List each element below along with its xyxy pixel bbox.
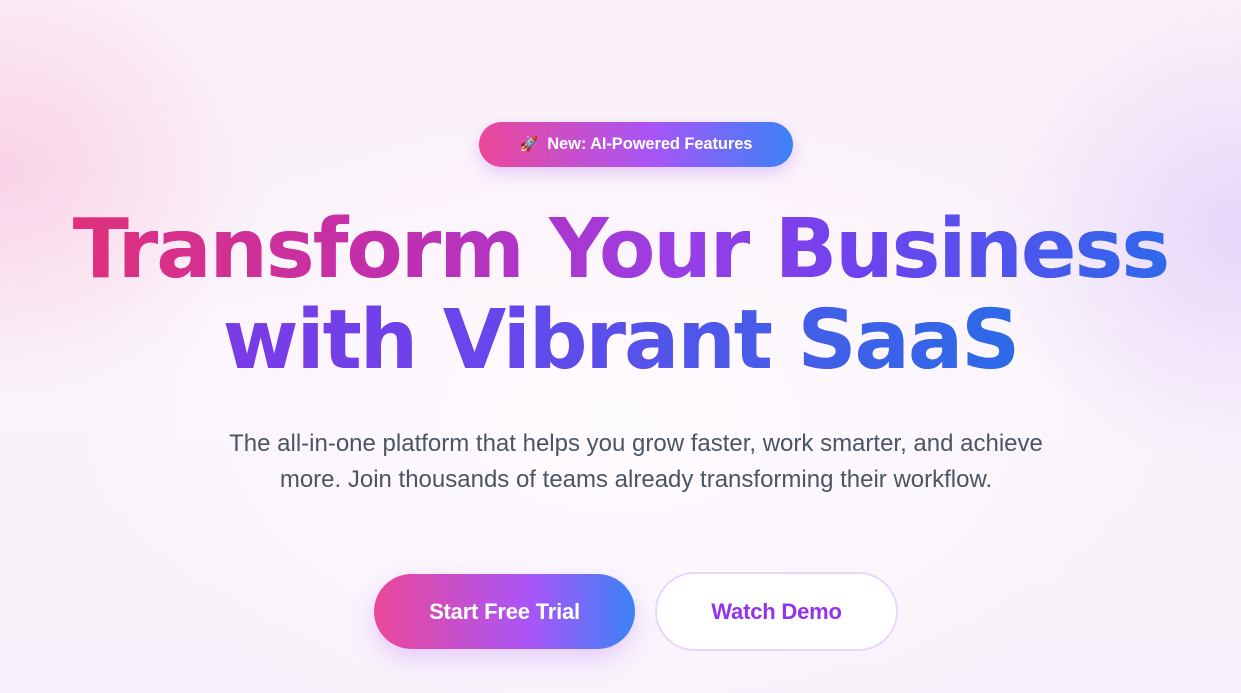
headline-line-2: with Vibrant SaaS — [0, 295, 1241, 386]
hero-section: 🚀 New: AI-Powered Features Transform You… — [0, 0, 1241, 693]
hero-headline: Transform Your Business with Vibrant Saa… — [0, 204, 1241, 386]
announcement-badge[interactable]: 🚀 New: AI-Powered Features — [479, 122, 793, 167]
start-free-trial-button[interactable]: Start Free Trial — [374, 574, 635, 649]
headline-line-2-text: with Vibrant SaaS — [222, 293, 1020, 388]
headline-line-1: Transform Your Business — [0, 204, 1241, 295]
headline-line-1-text: Transform Your Business — [72, 202, 1170, 297]
badge-label: New: AI-Powered Features — [547, 135, 753, 153]
rocket-icon: 🚀 — [519, 136, 539, 153]
watch-demo-button[interactable]: Watch Demo — [655, 572, 898, 651]
hero-subtitle: The all-in-one platform that helps you g… — [229, 430, 1043, 493]
